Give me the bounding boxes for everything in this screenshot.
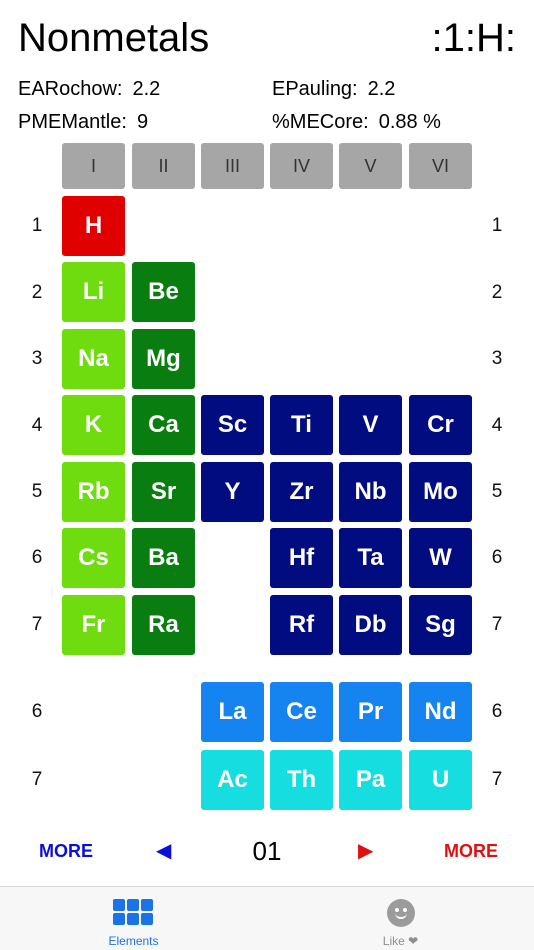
element-tile-la[interactable]: La [201, 682, 264, 742]
mecore-value: 0.88 % [378, 111, 441, 133]
element-tile-w[interactable]: W [409, 528, 472, 588]
epauling-label: EPauling: [272, 78, 358, 100]
element-tile-li[interactable]: Li [62, 262, 125, 322]
element-tile-ba[interactable]: Ba [132, 528, 195, 588]
element-tile-ra[interactable]: Ra [132, 595, 195, 655]
period-label: 6 [31, 701, 43, 722]
period-label: 1 [31, 215, 43, 236]
period-label: 7 [31, 614, 43, 635]
period-label: 6 [491, 701, 503, 722]
element-tile-ce[interactable]: Ce [270, 682, 333, 742]
element-symbol-display: :1:H: [431, 16, 516, 60]
element-tile-ac[interactable]: Ac [201, 750, 264, 810]
property-pmemantle: PMEMantle: 9 [18, 110, 148, 134]
element-tile-db[interactable]: Db [339, 595, 402, 655]
element-tile-sr[interactable]: Sr [132, 462, 195, 522]
property-mecore: %MECore: 0.88 % [272, 110, 441, 134]
more-right-button[interactable]: MORE [444, 838, 498, 864]
tab-elements[interactable]: Elements [0, 887, 267, 950]
tab-like-label: Like ❤ [382, 934, 419, 948]
period-label: 6 [491, 547, 503, 568]
element-tile-nb[interactable]: Nb [339, 462, 402, 522]
pmemantle-value: 9 [136, 111, 149, 133]
more-left-button[interactable]: MORE [39, 838, 93, 864]
period-label: 1 [491, 215, 503, 236]
element-tile-cr[interactable]: Cr [409, 395, 472, 455]
mecore-label: %MECore: [272, 111, 369, 133]
element-tile-th[interactable]: Th [270, 750, 333, 810]
element-tile-h[interactable]: H [62, 196, 125, 256]
element-tile-ca[interactable]: Ca [132, 395, 195, 455]
property-earochow: EARochow: 2.2 [18, 77, 160, 101]
group-header-vi[interactable]: VI [409, 143, 472, 189]
period-label: 7 [31, 769, 43, 790]
period-label: 2 [491, 282, 503, 303]
element-tile-pa[interactable]: Pa [339, 750, 402, 810]
period-label: 2 [31, 282, 43, 303]
group-header-ii[interactable]: II [132, 143, 195, 189]
element-tile-zr[interactable]: Zr [270, 462, 333, 522]
period-label: 6 [31, 547, 43, 568]
element-tile-ta[interactable]: Ta [339, 528, 402, 588]
earochow-value: 2.2 [132, 78, 161, 100]
element-tile-mo[interactable]: Mo [409, 462, 472, 522]
period-label: 5 [491, 481, 503, 502]
grid-icon [113, 899, 153, 925]
element-tile-rf[interactable]: Rf [270, 595, 333, 655]
next-arrow-icon[interactable]: ▶ [358, 838, 373, 864]
element-tile-rb[interactable]: Rb [62, 462, 125, 522]
previous-arrow-icon[interactable]: ◀ [156, 838, 171, 864]
group-header-iv[interactable]: IV [270, 143, 333, 189]
tab-like[interactable]: Like ❤ [267, 887, 534, 950]
element-tile-pr[interactable]: Pr [339, 682, 402, 742]
element-tile-sg[interactable]: Sg [409, 595, 472, 655]
element-tile-be[interactable]: Be [132, 262, 195, 322]
element-tile-fr[interactable]: Fr [62, 595, 125, 655]
group-header-v[interactable]: V [339, 143, 402, 189]
tab-bar: Elements Like ❤ [0, 886, 534, 950]
period-label: 7 [491, 614, 503, 635]
period-label: 5 [31, 481, 43, 502]
property-epauling: EPauling: 2.2 [272, 77, 395, 101]
element-tile-sc[interactable]: Sc [201, 395, 264, 455]
element-tile-v[interactable]: V [339, 395, 402, 455]
smiley-icon [387, 899, 415, 927]
element-tile-mg[interactable]: Mg [132, 329, 195, 389]
page-title: Nonmetals [18, 16, 210, 60]
element-tile-nd[interactable]: Nd [409, 682, 472, 742]
period-label: 7 [491, 769, 503, 790]
element-tile-k[interactable]: K [62, 395, 125, 455]
epauling-value: 2.2 [367, 78, 396, 100]
tab-elements-label: Elements [108, 934, 159, 948]
group-header-iii[interactable]: III [201, 143, 264, 189]
element-tile-na[interactable]: Na [62, 329, 125, 389]
period-label: 3 [31, 348, 43, 369]
group-header-i[interactable]: I [62, 143, 125, 189]
element-tile-cs[interactable]: Cs [62, 528, 125, 588]
period-label: 4 [491, 415, 503, 436]
earochow-label: EARochow: [18, 78, 123, 100]
period-label: 4 [31, 415, 43, 436]
element-tile-hf[interactable]: Hf [270, 528, 333, 588]
period-label: 3 [491, 348, 503, 369]
pmemantle-label: PMEMantle: [18, 111, 127, 133]
element-tile-u[interactable]: U [409, 750, 472, 810]
element-tile-ti[interactable]: Ti [270, 395, 333, 455]
element-tile-y[interactable]: Y [201, 462, 264, 522]
